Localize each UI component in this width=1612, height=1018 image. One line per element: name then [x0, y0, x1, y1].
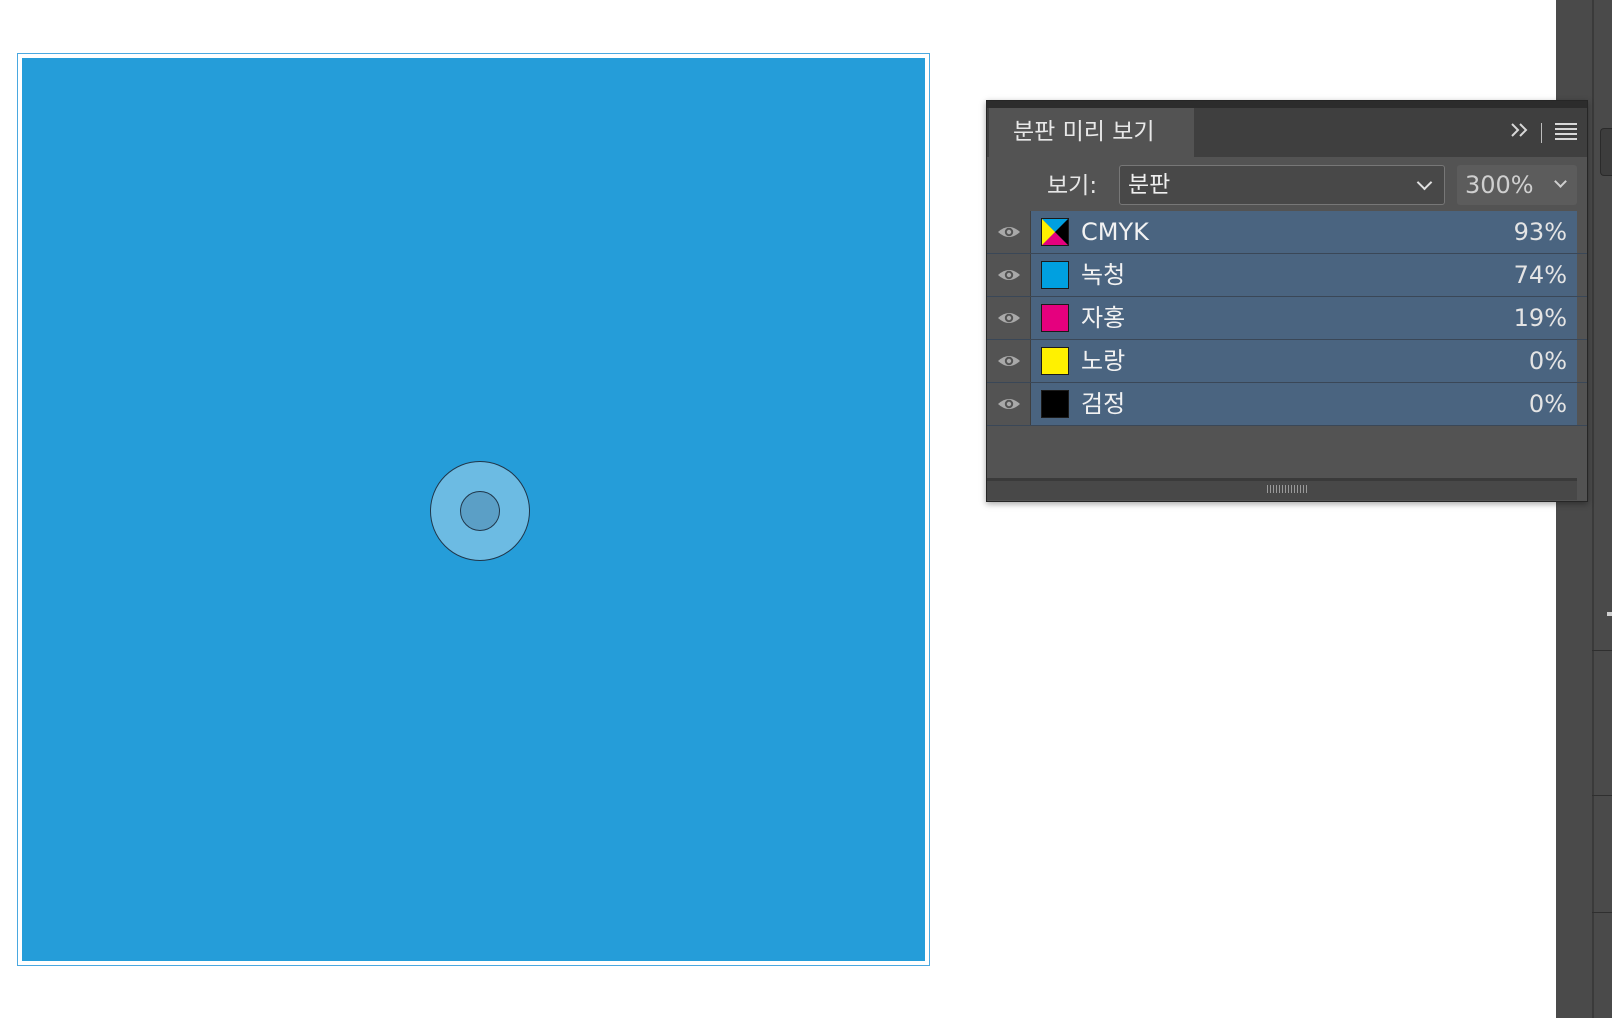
separation-percent: 74% — [1513, 261, 1567, 289]
color-swatch — [1041, 390, 1069, 418]
panel-header[interactable]: 분판 미리 보기 — [987, 101, 1587, 157]
header-separator — [1541, 123, 1542, 143]
separation-row-body[interactable]: 검정 0% — [1031, 383, 1577, 425]
artboard[interactable] — [17, 53, 930, 966]
separation-name: 노랑 — [1081, 347, 1126, 375]
separations-preview-panel: 분판 미리 보기 보기: 분판 300% CMYK 93% 녹청 74% 자홍 … — [986, 100, 1588, 502]
zoom-select[interactable]: 300% — [1457, 165, 1577, 205]
eye-icon[interactable] — [987, 340, 1031, 382]
zoom-value: 300% — [1465, 171, 1534, 199]
color-swatch — [1041, 261, 1069, 289]
resize-grip-icon[interactable] — [1267, 485, 1307, 493]
dock-divider — [1592, 0, 1594, 1018]
separation-row-magenta[interactable]: 자홍 19% — [987, 297, 1587, 340]
dock-line — [1592, 650, 1612, 651]
eye-icon[interactable] — [987, 211, 1031, 253]
view-label: 보기: — [1047, 173, 1098, 199]
separation-name: 검정 — [1081, 390, 1126, 418]
color-swatch — [1041, 304, 1069, 332]
separation-percent: 0% — [1528, 347, 1567, 375]
dock-line — [1592, 795, 1612, 796]
separation-percent: 93% — [1513, 218, 1567, 246]
view-mode-select[interactable]: 분판 — [1119, 165, 1445, 205]
panel-resize-bar[interactable] — [987, 478, 1577, 500]
dock-tick — [1607, 612, 1612, 616]
eye-icon[interactable] — [987, 254, 1031, 296]
densitometer-cursor-icon — [430, 461, 530, 561]
separation-row-body[interactable]: 자홍 19% — [1031, 297, 1577, 339]
chevron-down-icon — [1416, 174, 1433, 191]
artboard-fill[interactable] — [22, 58, 925, 961]
separation-row-body[interactable]: 노랑 0% — [1031, 340, 1577, 382]
eye-icon[interactable] — [987, 383, 1031, 425]
separation-row-body[interactable]: CMYK 93% — [1031, 211, 1577, 253]
eye-icon[interactable] — [987, 297, 1031, 339]
double-chevron-right-icon[interactable] — [1505, 118, 1535, 148]
separation-name: CMYK — [1081, 218, 1149, 246]
panel-tab-title[interactable]: 분판 미리 보기 — [989, 108, 1194, 157]
separation-name: 녹청 — [1081, 261, 1126, 289]
hamburger-menu-icon[interactable] — [1553, 120, 1579, 146]
separation-row-black[interactable]: 검정 0% — [987, 383, 1587, 426]
separation-name: 자홍 — [1081, 304, 1126, 332]
dock-line — [1592, 912, 1612, 913]
separation-row-cmyk[interactable]: CMYK 93% — [987, 211, 1587, 254]
color-swatch — [1041, 347, 1069, 375]
separation-row-cyan[interactable]: 녹청 74% — [987, 254, 1587, 297]
view-mode-value: 분판 — [1128, 172, 1171, 198]
separation-row-yellow[interactable]: 노랑 0% — [987, 340, 1587, 383]
densitometer-cursor-center — [460, 491, 500, 531]
dock-panel-tab[interactable] — [1600, 128, 1612, 176]
cmyk-swatch-icon — [1041, 218, 1069, 246]
separations-list: CMYK 93% 녹청 74% 자홍 19% 노랑 0% 검정 0% — [987, 211, 1587, 426]
separation-percent: 0% — [1528, 390, 1567, 418]
separation-percent: 19% — [1513, 304, 1567, 332]
separation-row-body[interactable]: 녹청 74% — [1031, 254, 1577, 296]
chevron-down-icon — [1554, 175, 1567, 188]
